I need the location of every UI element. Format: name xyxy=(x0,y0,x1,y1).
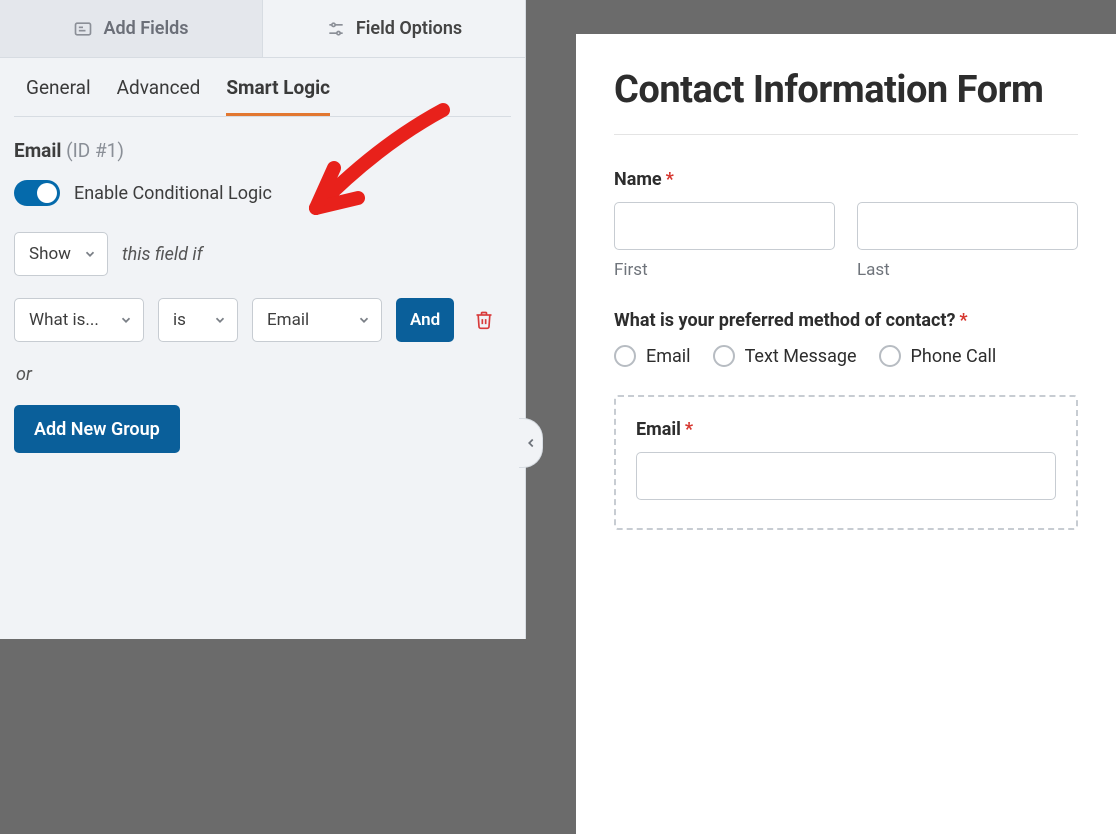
field-heading: Email (ID #1) xyxy=(14,139,511,162)
form-title: Contact Information Form xyxy=(614,68,1078,135)
required-asterisk: * xyxy=(959,310,967,331)
radio-icon xyxy=(713,345,735,367)
email-field-selected[interactable]: Email* xyxy=(614,395,1078,530)
radio-email[interactable]: Email xyxy=(614,345,691,367)
email-label-text: Email xyxy=(636,419,681,440)
radio-icon xyxy=(614,345,636,367)
subtab-general[interactable]: General xyxy=(26,76,91,116)
last-name-input[interactable] xyxy=(857,202,1078,250)
contact-method-label: What is your preferred method of contact… xyxy=(614,310,1078,331)
or-separator: or xyxy=(16,364,511,385)
condition-field-value: What is... xyxy=(29,310,99,330)
add-and-rule-button[interactable]: And xyxy=(396,298,454,342)
required-asterisk: * xyxy=(685,419,693,440)
chevron-down-icon xyxy=(213,313,227,327)
conditional-logic-toggle[interactable] xyxy=(14,180,60,206)
email-label: Email* xyxy=(636,419,1056,440)
add-new-group-button[interactable]: Add New Group xyxy=(14,405,180,453)
condition-operator-value: is xyxy=(173,310,186,330)
name-label-text: Name xyxy=(614,169,662,190)
chevron-down-icon xyxy=(357,313,371,327)
panel-top-tabs: Add Fields Field Options xyxy=(0,0,525,58)
condition-value-text: Email xyxy=(267,310,309,330)
tab-field-options-label: Field Options xyxy=(356,18,462,39)
conditional-logic-toggle-row: Enable Conditional Logic xyxy=(14,180,511,206)
field-option-subtabs: General Advanced Smart Logic xyxy=(14,58,511,117)
contact-method-label-text: What is your preferred method of contact… xyxy=(614,310,955,331)
field-heading-name: Email xyxy=(14,139,61,162)
action-select[interactable]: Show xyxy=(14,232,108,276)
action-row: Show this field if xyxy=(14,232,511,276)
condition-field-select[interactable]: What is... xyxy=(14,298,144,342)
add-and-rule-label: And xyxy=(410,310,440,330)
radio-text[interactable]: Text Message xyxy=(713,345,857,367)
first-name-input[interactable] xyxy=(614,202,835,250)
chevron-down-icon xyxy=(119,313,133,327)
tab-field-options[interactable]: Field Options xyxy=(263,0,525,58)
add-new-group-label: Add New Group xyxy=(34,419,160,440)
radio-phone-label: Phone Call xyxy=(911,346,997,367)
sliders-icon xyxy=(326,19,346,39)
toggle-knob xyxy=(37,183,57,203)
first-name-col: First xyxy=(614,202,835,280)
delete-rule-button[interactable] xyxy=(474,310,494,330)
conditional-logic-toggle-label: Enable Conditional Logic xyxy=(74,183,272,204)
smart-logic-body: Email (ID #1) Enable Conditional Logic S… xyxy=(0,117,525,453)
condition-value-select[interactable]: Email xyxy=(252,298,382,342)
chevron-down-icon xyxy=(83,247,97,261)
subtab-smart-logic[interactable]: Smart Logic xyxy=(226,76,330,116)
condition-row: What is... is Email And xyxy=(14,298,511,342)
form-preview-area: Contact Information Form Name* First Las… xyxy=(526,0,1116,639)
required-asterisk: * xyxy=(666,169,674,190)
field-heading-id: (ID #1) xyxy=(66,139,124,162)
form-preview: Contact Information Form Name* First Las… xyxy=(576,34,1116,834)
contact-method-options: Email Text Message Phone Call xyxy=(614,345,1078,367)
tab-add-fields[interactable]: Add Fields xyxy=(0,0,263,58)
add-fields-icon xyxy=(73,19,93,39)
radio-icon xyxy=(879,345,901,367)
radio-text-label: Text Message xyxy=(745,346,857,367)
action-suffix: this field if xyxy=(122,244,203,265)
tab-add-fields-label: Add Fields xyxy=(103,18,188,39)
email-input[interactable] xyxy=(636,452,1056,500)
name-field-row: First Last xyxy=(614,202,1078,280)
radio-email-label: Email xyxy=(646,346,691,367)
chevron-left-icon xyxy=(524,436,538,450)
condition-operator-select[interactable]: is xyxy=(158,298,238,342)
action-select-value: Show xyxy=(29,244,71,264)
last-name-sublabel: Last xyxy=(857,260,1078,280)
name-label: Name* xyxy=(614,169,1078,190)
field-options-panel: Add Fields Field Options General Advance… xyxy=(0,0,526,639)
subtab-advanced[interactable]: Advanced xyxy=(117,76,201,116)
first-name-sublabel: First xyxy=(614,260,835,280)
last-name-col: Last xyxy=(857,202,1078,280)
radio-phone[interactable]: Phone Call xyxy=(879,345,997,367)
